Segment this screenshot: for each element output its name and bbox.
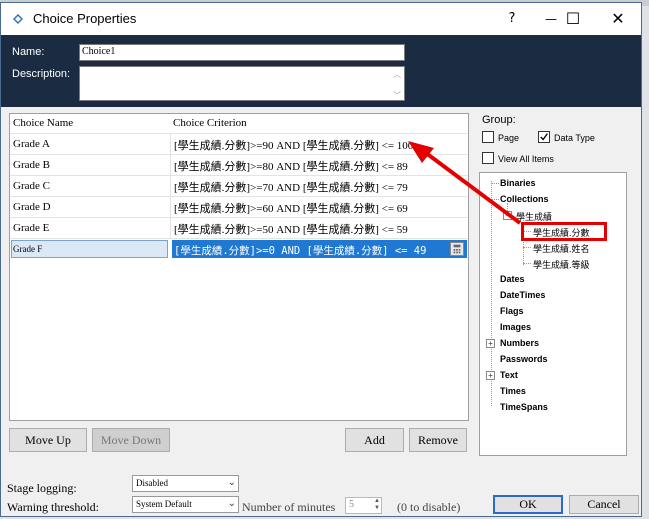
description-label: Description:	[12, 68, 71, 80]
chevron-down-icon: ⌄	[227, 477, 236, 488]
scroll-up-icon[interactable]: ︿	[390, 69, 404, 80]
page-checkbox[interactable]	[482, 131, 494, 143]
view-all-items-label: View All Items	[498, 154, 554, 164]
tree-item-images[interactable]: Images	[500, 322, 531, 332]
move-up-button[interactable]: Move Up	[9, 428, 87, 452]
header-band: Name: Choice1 Description: ︿ ﹀	[1, 35, 641, 107]
name-label: Name:	[12, 46, 45, 58]
stepper-arrows-icon[interactable]: ▲ ▼	[374, 498, 380, 512]
help-button[interactable]: ?	[497, 3, 527, 35]
close-button[interactable]: ✕	[595, 3, 641, 35]
number-of-minutes-label: Number of minutes	[242, 500, 336, 514]
column-header-choice-criterion[interactable]: Choice Criterion	[173, 117, 247, 129]
column-divider	[170, 218, 171, 239]
expand-icon[interactable]: +	[486, 339, 495, 348]
minutes-stepper[interactable]: 5 ▲ ▼	[345, 497, 382, 514]
table-row[interactable]: Grade B [學生成績.分數]>=80 AND [學生成績.分數] <= 8…	[10, 154, 468, 176]
choice-properties-dialog: Choice Properties ? — ☐ ✕ Name: Choice1 …	[0, 2, 642, 517]
dialog-title: Choice Properties	[33, 11, 137, 26]
title-bar: Choice Properties ? — ☐ ✕	[1, 3, 641, 35]
choice-name-cell[interactable]: Grade A	[13, 138, 50, 150]
tree-item-text[interactable]: Text	[500, 370, 518, 380]
tree-item-flags[interactable]: Flags	[500, 306, 524, 316]
minutes-value: 5	[349, 499, 354, 510]
expand-icon[interactable]: +	[486, 371, 495, 380]
choice-criterion-cell[interactable]: [學生成績.分數]>=80 AND [學生成績.分數] <= 89	[174, 158, 408, 174]
column-divider	[170, 176, 171, 197]
maximize-button[interactable]: ☐	[550, 3, 596, 35]
stage-logging-value: Disabled	[136, 478, 168, 488]
column-header-choice-name[interactable]: Choice Name	[13, 117, 73, 129]
group-label: Group:	[482, 114, 516, 126]
choice-criterion-cell[interactable]: [學生成績.分數]>=60 AND [學生成績.分數] <= 69	[174, 200, 408, 216]
grid-header: Choice Name Choice Criterion	[10, 114, 468, 133]
stage-logging-select[interactable]: Disabled ⌄	[132, 475, 239, 492]
choice-criterion-cell[interactable]: [學生成績.分數]>=50 AND [學生成績.分數] <= 59	[174, 221, 408, 237]
description-input[interactable]: ︿ ﹀	[79, 66, 405, 101]
choice-criterion-cell[interactable]: [學生成績.分數]>=0 AND [學生成績.分數] <= 49	[174, 243, 426, 258]
table-row[interactable]: Grade E [學生成績.分數]>=50 AND [學生成績.分數] <= 5…	[10, 217, 468, 239]
checkmark-icon	[540, 133, 548, 141]
warning-threshold-select[interactable]: System Default ⌄	[132, 496, 239, 513]
choice-name-cell[interactable]: Grade B	[13, 159, 50, 171]
description-scrollbar[interactable]: ︿ ﹀	[390, 67, 404, 100]
table-row[interactable]: Grade C [學生成績.分數]>=70 AND [學生成績.分數] <= 7…	[10, 175, 468, 197]
warning-threshold-value: System Default	[136, 499, 192, 509]
choice-name-cell[interactable]: Grade E	[13, 222, 49, 234]
tree-item-field-name[interactable]: 學生成績.姓名	[533, 242, 590, 255]
choice-name-cell[interactable]: Grade D	[13, 201, 51, 213]
tree-item-collections[interactable]: Collections	[500, 194, 549, 204]
tree-guide-line	[491, 183, 499, 184]
choice-grid: Choice Name Choice Criterion Grade A [學生…	[9, 113, 469, 421]
app-icon	[13, 14, 23, 24]
tree-guide-line	[491, 199, 499, 200]
choice-criterion-cell[interactable]: [學生成績.分數]>=90 AND [學生成績.分數] <= 100	[174, 137, 413, 153]
name-input[interactable]: Choice1	[79, 44, 405, 61]
table-row[interactable]: Grade A [學生成績.分數]>=90 AND [學生成績.分數] <= 1…	[10, 133, 468, 155]
choice-criterion-cell[interactable]: [學生成績.分數]>=70 AND [學生成績.分數] <= 79	[174, 179, 408, 195]
tree-item-field-grade[interactable]: 學生成績.等級	[533, 258, 590, 271]
data-type-checkbox[interactable]	[538, 131, 550, 143]
ok-button[interactable]: OK	[493, 495, 563, 514]
move-down-button[interactable]: Move Down	[92, 428, 170, 452]
column-divider	[170, 134, 171, 155]
tree-item-binaries[interactable]: Binaries	[500, 178, 536, 188]
highlight-annotation-box	[521, 222, 607, 241]
table-row[interactable]: Grade D [學生成績.分數]>=60 AND [學生成績.分數] <= 6…	[10, 196, 468, 218]
tree-item-numbers[interactable]: Numbers	[500, 338, 539, 348]
data-type-checkbox-label: Data Type	[554, 133, 595, 143]
tree-guide-line	[523, 247, 531, 248]
data-item-tree: Binaries Collections − 學生成績 學生成績.分數 學生成績…	[479, 172, 627, 456]
tree-guide-line	[523, 263, 531, 264]
chevron-down-icon: ⌄	[227, 498, 236, 509]
choice-name-cell[interactable]: Grade C	[13, 180, 50, 192]
tree-item-datetimes[interactable]: DateTimes	[500, 290, 545, 300]
tree-item-timespans[interactable]: TimeSpans	[500, 402, 548, 412]
column-divider	[170, 155, 171, 176]
disable-hint: (0 to disable)	[397, 500, 461, 514]
tree-item-times[interactable]: Times	[500, 386, 526, 396]
expression-editor-icon[interactable]	[450, 242, 464, 256]
add-button[interactable]: Add	[345, 428, 404, 452]
tree-item-passwords[interactable]: Passwords	[500, 354, 548, 364]
table-row-selected[interactable]: Grade F [學生成績.分數]>=0 AND [學生成績.分數] <= 49	[10, 238, 468, 259]
tree-item-dates[interactable]: Dates	[500, 274, 525, 284]
column-divider	[170, 197, 171, 218]
collapse-icon[interactable]: −	[503, 211, 512, 220]
warning-threshold-label: Warning threshold:	[7, 500, 100, 514]
stage-logging-label: Stage logging:	[7, 481, 77, 495]
page-checkbox-label: Page	[498, 133, 520, 143]
remove-button[interactable]: Remove	[409, 428, 467, 452]
cancel-button[interactable]: Cancel	[569, 495, 639, 514]
scroll-down-icon[interactable]: ﹀	[390, 90, 404, 101]
view-all-items-checkbox[interactable]	[482, 152, 494, 164]
choice-name-cell[interactable]: Grade F	[13, 244, 42, 254]
